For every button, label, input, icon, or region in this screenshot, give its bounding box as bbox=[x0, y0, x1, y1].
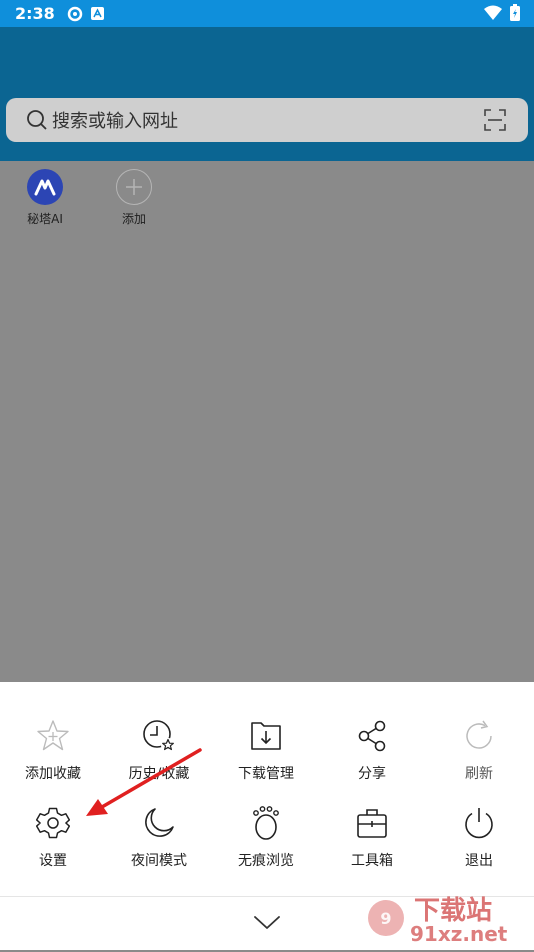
svg-text:9: 9 bbox=[380, 909, 391, 928]
chevron-down-icon[interactable] bbox=[251, 912, 283, 932]
wifi-icon bbox=[484, 5, 502, 20]
metaso-logo-icon bbox=[27, 169, 63, 205]
shortcut-metaso[interactable]: 秘塔AI bbox=[15, 161, 75, 227]
shortcut-add[interactable]: 添加 bbox=[104, 161, 164, 227]
search-icon bbox=[27, 110, 47, 130]
scan-icon[interactable] bbox=[484, 109, 506, 131]
search-bar[interactable]: 搜索或输入网址 bbox=[6, 98, 528, 142]
battery-icon bbox=[510, 4, 520, 21]
search-placeholder: 搜索或输入网址 bbox=[52, 111, 178, 132]
status-system-icons bbox=[484, 4, 520, 21]
shortcut-label: 添加 bbox=[121, 212, 146, 226]
watermark-logo: 9 下载站 91xz.net bbox=[362, 888, 532, 948]
status-notification-icons bbox=[67, 6, 104, 22]
status-time: 2:38 bbox=[15, 4, 55, 23]
homepage-content: 秘塔AI 添加 bbox=[0, 161, 534, 682]
status-bar: 2:38 bbox=[0, 0, 534, 27]
shortcut-label: 秘塔AI bbox=[27, 212, 63, 226]
app-notification-icon bbox=[67, 6, 83, 21]
plus-icon bbox=[116, 169, 152, 205]
watermark-domain: 91xz.net bbox=[410, 922, 508, 946]
a-notification-icon bbox=[90, 7, 104, 20]
browser-header: 搜索或输入网址 bbox=[0, 27, 534, 161]
bottom-menu-panel: 添加收藏 历史/收藏 下载管理 分享 刷新 bbox=[0, 682, 534, 950]
